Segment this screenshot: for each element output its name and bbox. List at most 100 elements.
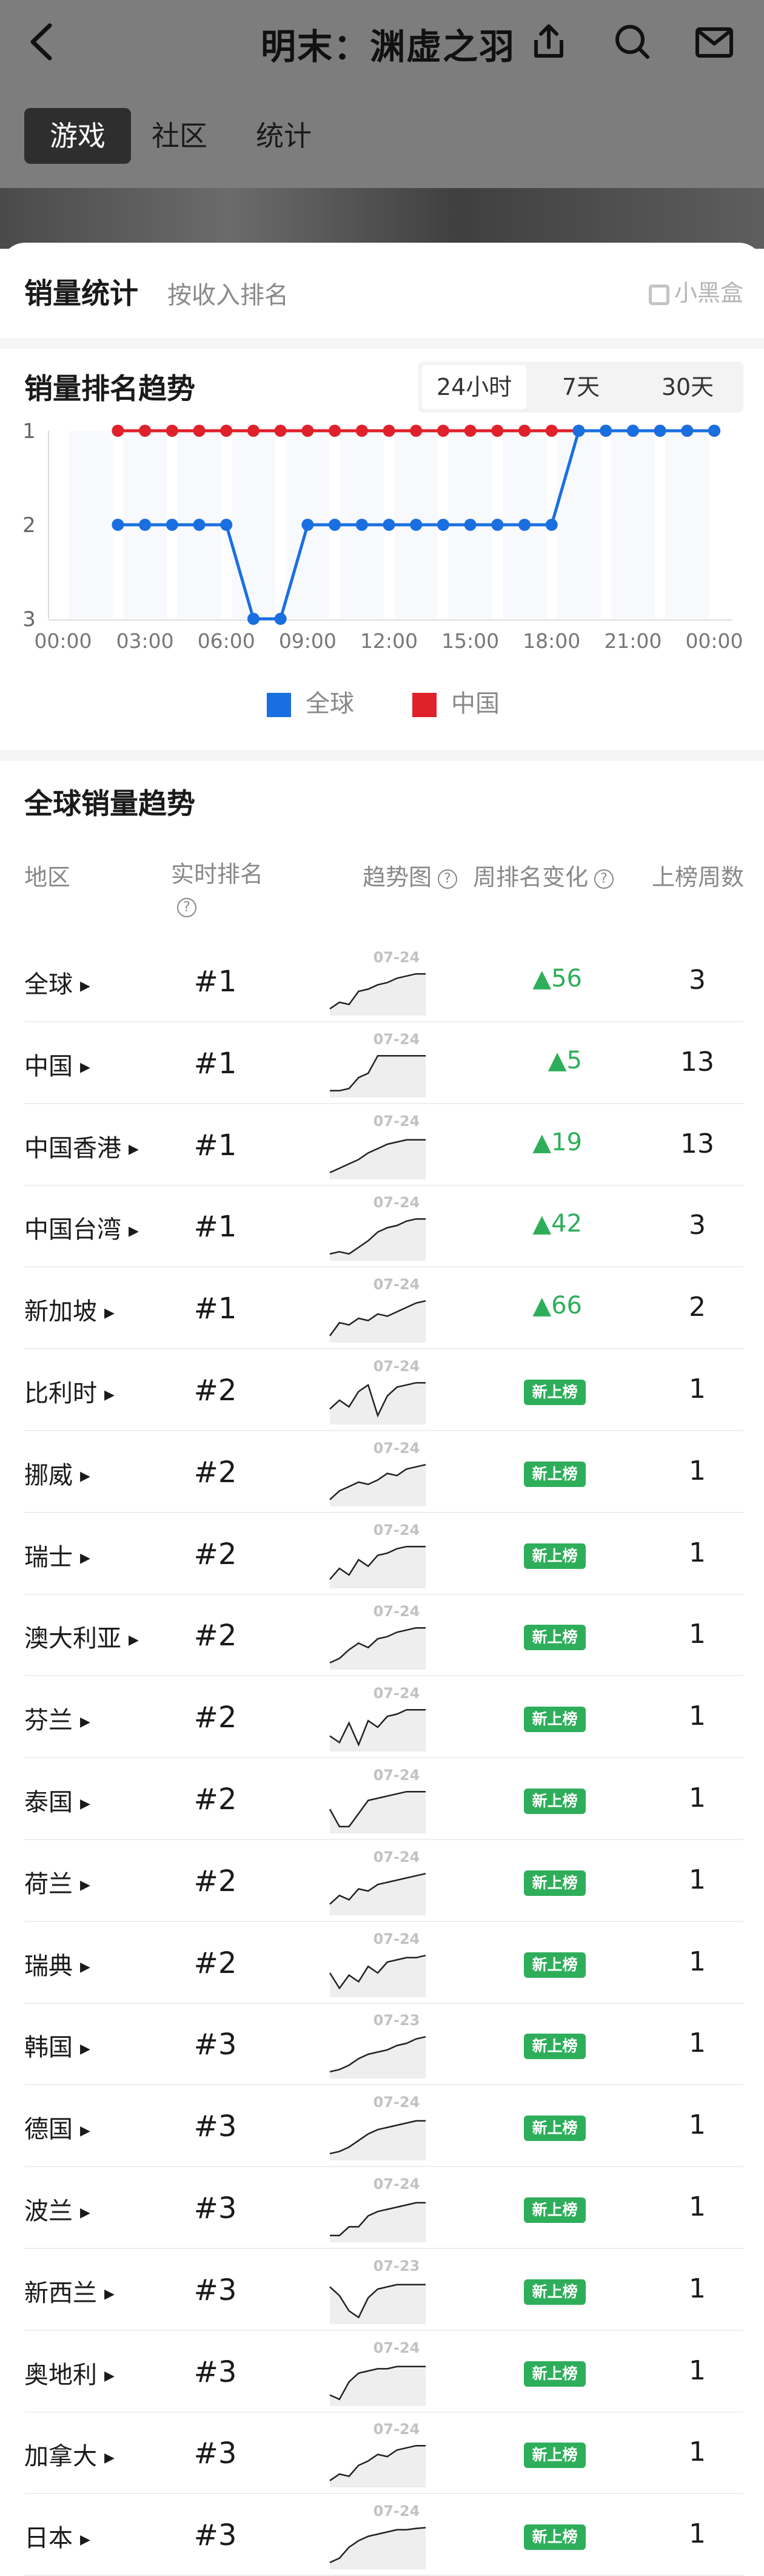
help-icon[interactable]: ? (177, 897, 196, 917)
caret-right-icon[interactable]: ▶ (80, 2042, 90, 2057)
region-name[interactable]: 泰国 ▶ (24, 1782, 90, 1818)
region-name[interactable]: 荷兰 ▶ (24, 1864, 90, 1900)
caret-right-icon[interactable]: ▶ (80, 2532, 90, 2547)
data-point[interactable] (464, 425, 477, 437)
table-row[interactable]: 加拿大 ▶ #3 07-24 新上榜 1 (0, 2412, 764, 2495)
data-point[interactable] (383, 425, 395, 437)
region-name[interactable]: 日本 ▶ (24, 2518, 90, 2554)
table-row[interactable]: 日本 ▶ #3 07-24 新上榜 1 (0, 2494, 764, 2576)
data-point[interactable] (329, 425, 341, 437)
data-point[interactable] (491, 425, 504, 437)
data-point[interactable] (166, 425, 178, 437)
region-name[interactable]: 奥地利 ▶ (24, 2355, 115, 2390)
data-point[interactable] (545, 425, 558, 437)
table-row[interactable]: 新加坡 ▶ #1 07-24 ▲66 2 (0, 1267, 764, 1350)
table-row[interactable]: 比利时 ▶ #2 07-24 新上榜 1 (0, 1349, 764, 1431)
region-name[interactable]: 加拿大 ▶ (24, 2436, 115, 2472)
data-point[interactable] (600, 425, 612, 437)
caret-right-icon[interactable]: ▶ (104, 1387, 115, 1403)
region-name[interactable]: 新加坡 ▶ (24, 1292, 115, 1327)
trend-sparkline[interactable]: 07-24 (327, 1110, 428, 1182)
table-row[interactable]: 瑞典 ▶ #2 07-24 新上榜 1 (0, 1922, 764, 2004)
table-row[interactable]: 波兰 ▶ #3 07-24 新上榜 1 (0, 2167, 764, 2249)
mail-icon[interactable] (693, 21, 736, 63)
trend-sparkline[interactable]: 07-24 (327, 2337, 428, 2409)
data-point[interactable] (329, 519, 341, 531)
region-name[interactable]: 全球 ▶ (24, 965, 90, 1000)
data-point[interactable] (112, 425, 124, 437)
region-name[interactable]: 比利时 ▶ (24, 1374, 115, 1409)
data-point[interactable] (166, 519, 178, 531)
region-name[interactable]: 澳大利亚 ▶ (24, 1619, 139, 1654)
trend-sparkline[interactable]: 07-24 (327, 1764, 428, 1836)
region-name[interactable]: 挪威 ▶ (24, 1455, 90, 1491)
table-row[interactable]: 新西兰 ▶ #3 07-23 新上榜 1 (0, 2249, 764, 2331)
table-row[interactable]: 韩国 ▶ #3 07-23 新上榜 1 (0, 2003, 764, 2086)
trend-sparkline[interactable]: 07-24 (327, 1028, 428, 1100)
data-point[interactable] (139, 425, 152, 437)
table-row[interactable]: 中国香港 ▶ #1 07-24 ▲19 13 (0, 1104, 764, 1186)
data-point[interactable] (518, 425, 531, 437)
data-point[interactable] (274, 613, 287, 625)
data-point[interactable] (572, 425, 585, 437)
data-point[interactable] (220, 519, 233, 531)
trend-sparkline[interactable]: 07-24 (327, 1437, 428, 1509)
range-7d[interactable]: 7天 (529, 365, 633, 409)
data-point[interactable] (708, 425, 720, 437)
data-point[interactable] (247, 425, 260, 437)
region-name[interactable]: 韩国 ▶ (24, 2028, 90, 2063)
caret-right-icon[interactable]: ▶ (129, 1224, 139, 1239)
data-point[interactable] (626, 425, 639, 437)
caret-right-icon[interactable]: ▶ (80, 979, 90, 994)
caret-right-icon[interactable]: ▶ (104, 2450, 115, 2466)
data-point[interactable] (193, 519, 206, 531)
region-name[interactable]: 中国香港 ▶ (24, 1128, 139, 1164)
trend-sparkline[interactable]: 07-24 (327, 1519, 428, 1591)
caret-right-icon[interactable]: ▶ (80, 1960, 90, 1975)
table-row[interactable]: 中国台湾 ▶ #1 07-24 ▲42 3 (0, 1185, 764, 1268)
caret-right-icon[interactable]: ▶ (80, 1878, 90, 1893)
trend-sparkline[interactable]: 07-24 (327, 1682, 428, 1754)
data-point[interactable] (491, 519, 504, 531)
caret-right-icon[interactable]: ▶ (104, 1306, 115, 1321)
data-point[interactable] (437, 519, 449, 531)
caret-right-icon[interactable]: ▶ (80, 1469, 90, 1484)
data-point[interactable] (220, 425, 233, 437)
data-point[interactable] (193, 425, 206, 437)
trend-sparkline[interactable]: 07-24 (327, 2418, 428, 2490)
trend-sparkline[interactable]: 07-24 (327, 2091, 428, 2163)
region-name[interactable]: 中国台湾 ▶ (24, 1210, 139, 1245)
table-row[interactable]: 挪威 ▶ #2 07-24 新上榜 1 (0, 1431, 764, 1513)
data-point[interactable] (410, 425, 423, 437)
data-point[interactable] (654, 425, 666, 437)
trend-sparkline[interactable]: 07-24 (327, 1928, 428, 2000)
trend-sparkline[interactable]: 07-24 (327, 1273, 428, 1345)
tab-stats[interactable]: 统计 (247, 108, 320, 164)
region-name[interactable]: 中国 ▶ (24, 1047, 90, 1082)
caret-right-icon[interactable]: ▶ (80, 1060, 90, 1075)
trend-sparkline[interactable]: 07-24 (327, 946, 428, 1018)
data-point[interactable] (355, 519, 368, 531)
region-name[interactable]: 新西兰 ▶ (24, 2273, 115, 2308)
range-30d[interactable]: 30天 (635, 365, 740, 409)
table-row[interactable]: 奥地利 ▶ #3 07-24 新上榜 1 (0, 2331, 764, 2413)
table-row[interactable]: 泰国 ▶ #2 07-24 新上榜 1 (0, 1758, 764, 1840)
tab-game[interactable]: 游戏 (24, 108, 131, 164)
trend-sparkline[interactable]: 07-23 (327, 2255, 428, 2327)
table-row[interactable]: 澳大利亚 ▶ #2 07-24 新上榜 1 (0, 1594, 764, 1677)
tab-community[interactable]: 社区 (143, 108, 216, 164)
caret-right-icon[interactable]: ▶ (80, 2205, 90, 2220)
data-point[interactable] (410, 519, 423, 531)
trend-sparkline[interactable]: 07-24 (327, 2173, 428, 2245)
data-point[interactable] (545, 519, 558, 531)
help-icon[interactable]: ? (594, 869, 614, 889)
table-row[interactable]: 瑞士 ▶ #2 07-24 新上榜 1 (0, 1513, 764, 1595)
region-name[interactable]: 芬兰 ▶ (24, 1701, 90, 1736)
trend-sparkline[interactable]: 07-24 (327, 1600, 428, 1672)
caret-right-icon[interactable]: ▶ (104, 2369, 115, 2384)
search-icon[interactable] (611, 21, 654, 63)
region-name[interactable]: 德国 ▶ (24, 2109, 90, 2145)
range-24h[interactable]: 24小时 (422, 365, 526, 409)
data-point[interactable] (464, 519, 477, 531)
data-point[interactable] (681, 425, 694, 437)
